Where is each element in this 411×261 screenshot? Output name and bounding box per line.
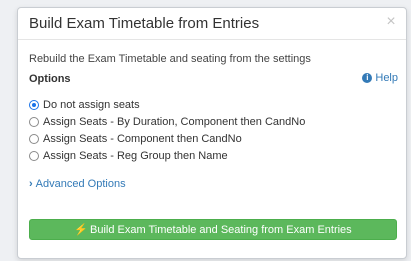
options-heading: Options	[29, 73, 71, 85]
seat-assignment-options: Do not assign seats Assign Seats - By Du…	[29, 96, 305, 164]
bolt-icon: ⚡	[74, 224, 88, 236]
radio-button[interactable]	[29, 150, 39, 161]
chevron-right-icon: ›	[29, 178, 33, 190]
radio-button[interactable]	[29, 116, 39, 127]
radio-label: Do not assign seats	[43, 98, 140, 111]
radio-button-checked[interactable]	[29, 99, 39, 110]
radio-button[interactable]	[29, 133, 39, 144]
radio-label: Assign Seats - Component then CandNo	[43, 132, 242, 145]
radio-option-duration-component[interactable]: Assign Seats - By Duration, Component th…	[29, 113, 305, 130]
dialog-description: Rebuild the Exam Timetable and seating f…	[29, 53, 311, 65]
advanced-options-label: Advanced Options	[35, 178, 126, 190]
radio-label: Assign Seats - By Duration, Component th…	[43, 115, 306, 128]
build-timetable-dialog: Build Exam Timetable from Entries × Rebu…	[17, 7, 407, 259]
build-button-label: Build Exam Timetable and Seating from Ex…	[90, 223, 352, 236]
radio-label: Assign Seats - Reg Group then Name	[43, 149, 228, 162]
dialog-header: Build Exam Timetable from Entries ×	[18, 8, 406, 40]
help-label: Help	[375, 72, 398, 84]
close-button[interactable]: ×	[384, 14, 398, 30]
radio-option-reg-group[interactable]: Assign Seats - Reg Group then Name	[29, 147, 305, 164]
radio-option-no-seats[interactable]: Do not assign seats	[29, 96, 305, 113]
help-link[interactable]: i Help	[362, 72, 398, 84]
dialog-title: Build Exam Timetable from Entries	[29, 15, 260, 32]
radio-option-component-candno[interactable]: Assign Seats - Component then CandNo	[29, 130, 305, 147]
build-timetable-button[interactable]: ⚡ Build Exam Timetable and Seating from …	[29, 219, 397, 240]
advanced-options-link[interactable]: › Advanced Options	[29, 178, 126, 190]
info-circle-icon: i	[362, 73, 373, 83]
